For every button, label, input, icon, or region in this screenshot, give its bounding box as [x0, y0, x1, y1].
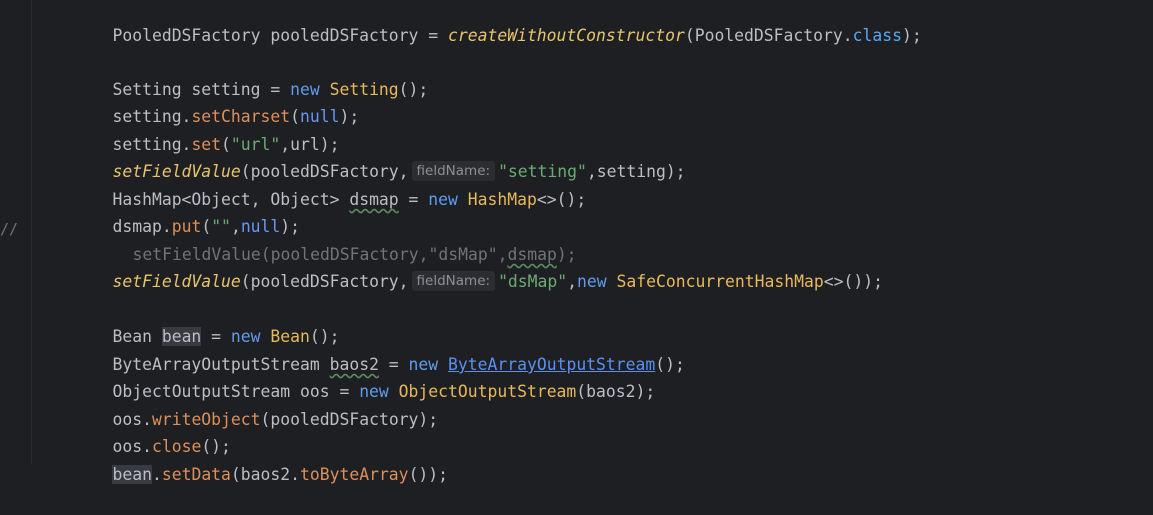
code-token: ,setting);: [586, 162, 686, 181]
code-token: ();: [398, 80, 429, 99]
method-call[interactable]: setData: [162, 465, 231, 484]
code-line-17[interactable]: bean.setData(baos2.toByteArray());: [73, 434, 448, 484]
constructor-call[interactable]: HashMap: [468, 190, 537, 209]
static-method-call[interactable]: createWithoutConstructor: [448, 26, 685, 45]
code-token: =: [398, 190, 429, 209]
parameter-hint: fieldName:: [411, 271, 496, 291]
static-method-call[interactable]: setFieldValue: [112, 272, 240, 291]
code-line-10[interactable]: setFieldValue(pooledDSFactory, fieldName:…: [73, 241, 883, 291]
code-line-8[interactable]: dsmap.put("",null);: [73, 186, 300, 236]
new-keyword: new: [428, 190, 458, 209]
code-line-12[interactable]: Bean bean = new Bean();: [73, 296, 340, 346]
method-call[interactable]: toByteArray: [300, 465, 409, 484]
code-line-14[interactable]: ObjectOutputStream oos = new ObjectOutpu…: [73, 351, 655, 401]
code-line-15[interactable]: oos.writeObject(pooledDSFactory);: [73, 379, 438, 429]
code-editor[interactable]: // PooledDSFactory pooledDSFactory = cre…: [0, 0, 1153, 484]
code-line-16[interactable]: oos.close();: [73, 406, 230, 456]
highlighted-variable[interactable]: bean: [112, 465, 152, 484]
code-line-13[interactable]: ByteArrayOutputStream baos2 = new ByteAr…: [73, 324, 684, 374]
class-keyword: class: [852, 26, 902, 45]
code-line-1[interactable]: PooledDSFactory pooledDSFactory = create…: [73, 0, 921, 45]
code-token: ,: [567, 272, 578, 291]
code-token: (pooledDSFactory,: [240, 272, 409, 291]
code-token: ();: [655, 355, 685, 374]
code-token: (baos2);: [576, 382, 656, 401]
constructor-call[interactable]: SafeConcurrentHashMap: [617, 272, 824, 291]
comment-gutter-marker: //: [0, 220, 19, 238]
code-token: ());: [408, 465, 449, 484]
code-token: <>());: [823, 272, 883, 291]
code-token: .: [151, 465, 162, 484]
code-token: );: [901, 26, 922, 45]
string-literal: "dsMap": [498, 272, 568, 291]
code-token: <>();: [536, 190, 587, 209]
gutter-divider: [31, 0, 32, 464]
code-token: PooledDSFactory pooledDSFactory =: [112, 26, 448, 45]
code-token: (baos2.: [230, 465, 300, 484]
code-line-5[interactable]: setting.set("url",url);: [73, 104, 339, 154]
code-token: (pooledDSFactory);: [260, 410, 439, 429]
code-token: (PooledDSFactory.: [684, 26, 853, 45]
new-keyword: new: [577, 272, 607, 291]
code-line-7[interactable]: HashMap<Object, Object> dsmap = new Hash…: [73, 159, 586, 209]
variable-warning[interactable]: dsmap: [349, 190, 398, 209]
code-token: );: [339, 107, 360, 126]
code-line-9-commented[interactable]: setFieldValue(pooledDSFactory,"dsMap",ds…: [93, 214, 576, 264]
code-line-3[interactable]: Setting setting = new Setting();: [73, 49, 428, 99]
code-line-6[interactable]: setFieldValue(pooledDSFactory, fieldName:…: [73, 131, 686, 181]
code-line-4[interactable]: setting.setCharset(null);: [73, 76, 359, 126]
